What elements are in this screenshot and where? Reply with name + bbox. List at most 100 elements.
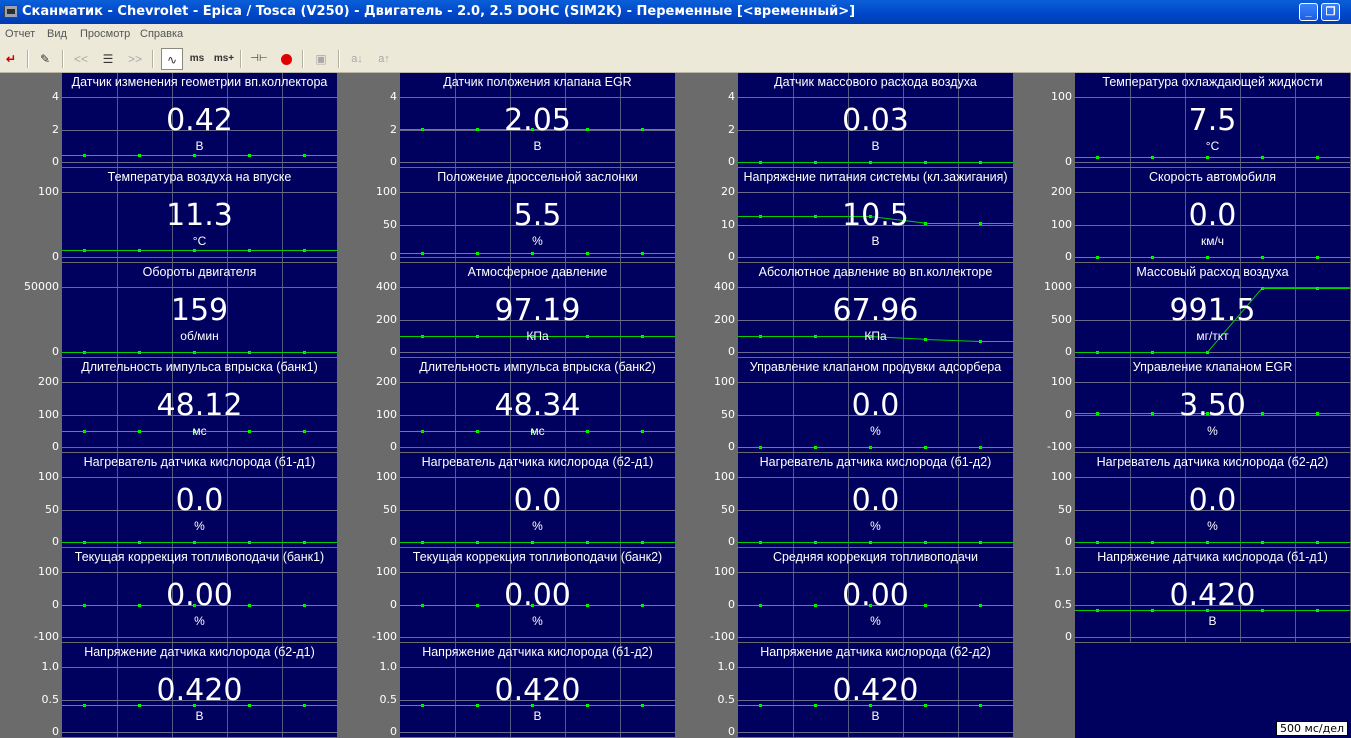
y-tick-label: 0 [52, 725, 59, 737]
y-tick-label: 200 [1051, 185, 1072, 198]
trace-line [1262, 157, 1317, 158]
parameter-panel[interactable]: 50000 0 Обороты двигателя 159 об/мин [0, 263, 337, 357]
parameter-panel[interactable]: 100 50 0 Положение дроссельной заслонки 5.5% [338, 168, 675, 262]
trace-line [249, 542, 304, 543]
grid-line [62, 667, 337, 668]
y-axis: 100 0 -100 [0, 548, 62, 642]
parameter-panel[interactable]: 200 100 0 Длительность импульса впрыска (ба… [0, 358, 337, 452]
parameter-panel[interactable]: 100 0 -100 Текущая коррекция топливоподачи … [0, 548, 337, 642]
parameter-panel[interactable]: 1.0 0.5 0 Напряжение датчика кислорода (б2-… [0, 643, 337, 737]
y-tick-label: 0 [390, 155, 397, 167]
parameter-panel[interactable]: 1.0 0.5 0 Напряжение датчика кислорода (б1-… [338, 643, 675, 737]
parameter-value: 0.0 [1188, 483, 1237, 518]
parameter-panel[interactable]: 100 50 0 Нагреватель датчика кислорода (б1-… [676, 453, 1013, 547]
y-tick-label: 0 [390, 535, 397, 547]
parameter-panel[interactable]: 4 2 0 Датчик положения клапана EGR 2.05 В [338, 73, 675, 167]
trace-line [1152, 352, 1207, 353]
y-tick-label: 50 [721, 408, 735, 421]
parameter-panel[interactable]: 100 50 0 Нагреватель датчика кислорода (б2-… [338, 453, 675, 547]
minimize-button[interactable]: _ [1299, 3, 1318, 21]
parameter-value: 48.12 [156, 388, 243, 423]
parameter-panel[interactable]: 400 200 0 Абсолютное давление во вп.коллект… [676, 263, 1013, 357]
y-axis: 50000 0 [0, 263, 62, 357]
y-axis: 4 2 0 [0, 73, 62, 167]
parameter-unit: км/ч [1200, 234, 1225, 248]
forward-icon[interactable]: >> [124, 48, 146, 70]
ms-plus-button[interactable]: ms+ [213, 48, 235, 70]
parameter-value: 159 [170, 293, 229, 328]
parameter-title: Датчик массового расхода воздуха [774, 75, 977, 89]
y-tick-label: 0 [1065, 408, 1072, 421]
parameter-panel[interactable]: 200 100 0 Длительность импульса впрыска (ба… [338, 358, 675, 452]
font-decrease-button[interactable]: a↓ [346, 48, 368, 70]
trace-line [642, 542, 675, 543]
record-button[interactable] [275, 48, 297, 70]
parameter-title: Обороты двигателя [142, 265, 257, 279]
y-tick-label: 0 [390, 440, 397, 452]
grid-line [400, 572, 675, 573]
trace-line [477, 542, 532, 543]
trace-line [738, 447, 815, 448]
parameter-panel[interactable]: 100 0 -100 Средняя коррекция топливоподачи 0… [676, 548, 1013, 642]
parameter-title: Температура воздуха на впуске [107, 170, 292, 184]
parameter-panel[interactable]: 200 100 0 Скорость автомобиля 0.0 км/ч [1013, 168, 1350, 262]
trace-line [925, 162, 980, 163]
menu-report[interactable]: Отчет [5, 28, 35, 40]
parameter-panel[interactable]: 4 2 0 Датчик изменения геометрии вп.коллект… [0, 73, 337, 167]
ms-minus-button[interactable]: ms [186, 48, 208, 70]
save-icon[interactable]: ▣ [310, 48, 332, 70]
trace-line [980, 447, 1013, 448]
y-axis: 200 100 0 [338, 358, 400, 452]
y-axis: 100 50 0 [338, 453, 400, 547]
y-tick-label: 100 [714, 470, 735, 483]
font-increase-button[interactable]: a↑ [373, 48, 395, 70]
parameter-unit: % [194, 614, 205, 628]
trace-line [194, 155, 249, 156]
parameter-panel[interactable]: 1.0 0.5 0 Напряжение датчика кислорода (б1-… [1013, 548, 1350, 642]
parameter-panel[interactable]: 1.0 0.5 0 Напряжение датчика кислорода (б2-… [676, 643, 1013, 737]
parameter-value: 11.3 [166, 198, 233, 233]
y-tick-label: 100 [376, 185, 397, 198]
menu-browse[interactable]: Просмотр [80, 28, 130, 40]
trace-line [1075, 257, 1152, 258]
trace-line [1262, 542, 1317, 543]
grid-line [62, 477, 337, 478]
parameter-panel[interactable]: 100 50 0 Управление клапаном продувки адсор… [676, 358, 1013, 452]
list-icon[interactable]: ☰ [97, 48, 119, 70]
rewind-icon[interactable]: << [70, 48, 92, 70]
edit-icon[interactable]: ✎ [34, 48, 56, 70]
trace-line [249, 155, 304, 156]
parameter-value: 10.5 [842, 198, 909, 233]
parameter-value: 0.420 [832, 673, 919, 708]
menu-help[interactable]: Справка [140, 28, 183, 40]
toolbar-separator [27, 50, 29, 68]
parameter-value: 0.420 [1169, 578, 1256, 613]
parameter-panel[interactable]: 100 50 0 Нагреватель датчика кислорода (б1-… [0, 453, 337, 547]
trace-line [139, 155, 194, 156]
wave-icon[interactable]: ∿ [161, 48, 183, 70]
parameter-panel[interactable]: 100 0 Температура воздуха на впуске 11.3 °C [0, 168, 337, 262]
parameter-value: 0.0 [851, 483, 900, 518]
trace-line [532, 253, 587, 254]
marker-icon[interactable]: ⊣⊢ [248, 48, 270, 70]
y-axis: 1000 500 0 [1013, 263, 1075, 357]
parameter-panel[interactable]: 400 200 0 Атмосферное давление 97.19 КПа [338, 263, 675, 357]
trace-line [870, 542, 925, 543]
parameter-panel[interactable]: 4 2 0 Датчик массового расхода воздуха 0.03 В [676, 73, 1013, 167]
parameter-panel[interactable]: 1000 500 0 Массовый расход воздуха 991.5 мг/т… [1013, 263, 1350, 357]
parameter-unit: В [1208, 614, 1217, 628]
parameter-panel[interactable]: 20 10 0 Напряжение питания системы (кл.зажи… [676, 168, 1013, 262]
parameter-panel[interactable]: 100 50 0 Нагреватель датчика кислорода (б2-… [1013, 453, 1350, 547]
parameter-panel[interactable]: 100 0 -100 Текущая коррекция топливоподачи … [338, 548, 675, 642]
trace-line [194, 542, 249, 543]
grid-line [400, 287, 675, 288]
exit-icon[interactable]: ↵ [0, 48, 22, 70]
grid-line [738, 352, 1013, 353]
maximize-button[interactable]: ❐ [1321, 3, 1340, 21]
menu-view[interactable]: Вид [47, 28, 67, 40]
grid-line [62, 572, 337, 573]
grid-line [62, 732, 337, 733]
parameter-panel[interactable]: 100 0 Температура охлаждающей жидкости 7.5 °… [1013, 73, 1350, 167]
parameter-value: 0.0 [1188, 198, 1237, 233]
parameter-panel[interactable]: 100 0 -100 Управление клапаном EGR 3.50% [1013, 358, 1350, 452]
